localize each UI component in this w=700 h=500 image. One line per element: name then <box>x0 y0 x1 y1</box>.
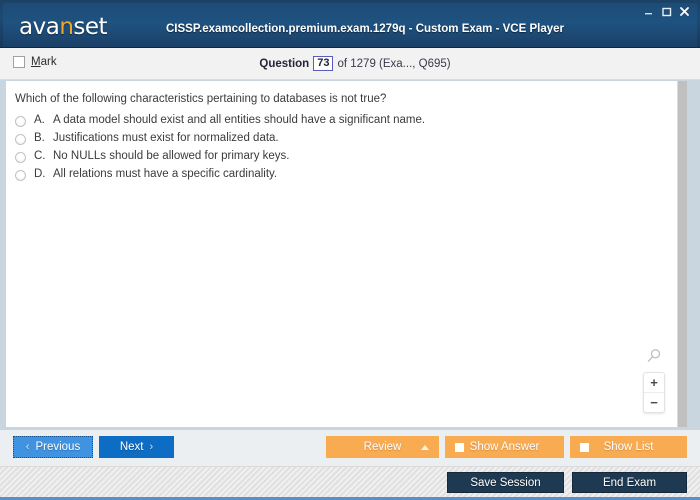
question-counter: Question 73 of 1279 (Exa..., Q695) <box>0 56 700 71</box>
caret-up-icon <box>421 444 429 450</box>
show-answer-button-label: Show Answer <box>469 441 540 453</box>
maximize-icon[interactable] <box>661 6 672 17</box>
chevron-right-icon: › <box>149 441 154 453</box>
magnifier-icon[interactable] <box>646 348 662 369</box>
square-icon <box>455 442 464 452</box>
vce-player-window: avanset CISSP.examcollection.premium.exa… <box>0 0 700 500</box>
close-icon[interactable] <box>679 6 690 17</box>
radio-icon[interactable] <box>15 170 26 181</box>
previous-button[interactable]: ‹ Previous <box>13 436 93 458</box>
radio-icon[interactable] <box>15 116 26 127</box>
vertical-scrollbar[interactable] <box>677 81 687 427</box>
review-button[interactable]: Review <box>326 436 439 458</box>
zoom-out-button[interactable]: − <box>644 393 664 412</box>
title-bar-inner: avanset CISSP.examcollection.premium.exa… <box>3 3 697 47</box>
answer-letter: A. <box>34 114 45 126</box>
radio-icon[interactable] <box>15 152 26 163</box>
answer-option-c[interactable]: C. No NULLs should be allowed for primar… <box>15 150 657 166</box>
answer-text: A data model should exist and all entiti… <box>53 114 426 126</box>
window-title: CISSP.examcollection.premium.exam.1279q … <box>166 23 564 35</box>
question-counter-suffix: of 1279 (Exa..., Q695) <box>337 57 451 70</box>
navigation-toolbar: ‹ Previous Next › Review Show Answer Sho… <box>0 430 700 466</box>
answer-letter: D. <box>34 168 46 180</box>
show-answer-button[interactable]: Show Answer <box>445 436 564 458</box>
answer-option-d[interactable]: D. All relations must have a specific ca… <box>15 168 657 184</box>
end-exam-button[interactable]: End Exam <box>572 472 687 493</box>
question-content-pane: Which of the following characteristics p… <box>5 81 688 428</box>
next-button[interactable]: Next › <box>99 436 174 458</box>
bottom-bar: Save Session End Exam <box>0 466 700 500</box>
answer-option-a[interactable]: A. A data model should exist and all ent… <box>15 114 657 130</box>
review-button-label: Review <box>363 441 402 453</box>
minimize-icon[interactable] <box>643 6 654 17</box>
show-list-button[interactable]: Show List <box>570 436 687 458</box>
answer-options-list: A. A data model should exist and all ent… <box>15 114 657 186</box>
answer-option-b[interactable]: B. Justifications must exist for normali… <box>15 132 657 148</box>
title-bar: avanset CISSP.examcollection.premium.exa… <box>0 0 700 48</box>
zoom-buttons: + − <box>643 372 665 413</box>
answer-text: No NULLs should be allowed for primary k… <box>53 150 290 162</box>
answer-letter: C. <box>34 150 46 162</box>
window-controls <box>643 6 690 17</box>
chevron-left-icon: ‹ <box>25 441 30 453</box>
answer-text: Justifications must exist for normalized… <box>53 132 279 144</box>
zoom-control: + − <box>643 348 665 413</box>
answer-letter: B. <box>34 132 45 144</box>
question-text: Which of the following characteristics p… <box>15 93 387 105</box>
show-list-button-label: Show List <box>603 441 654 453</box>
previous-button-label: Previous <box>35 441 81 453</box>
answer-text: All relations must have a specific cardi… <box>53 168 278 180</box>
question-counter-word: Question <box>259 57 310 70</box>
question-header-bar: Mark Question 73 of 1279 (Exa..., Q695) <box>0 48 700 80</box>
next-button-label: Next <box>119 441 144 453</box>
square-icon <box>580 442 589 452</box>
save-session-button[interactable]: Save Session <box>447 472 564 493</box>
radio-icon[interactable] <box>15 134 26 145</box>
zoom-in-button[interactable]: + <box>644 373 664 393</box>
question-number-box[interactable]: 73 <box>313 56 334 71</box>
